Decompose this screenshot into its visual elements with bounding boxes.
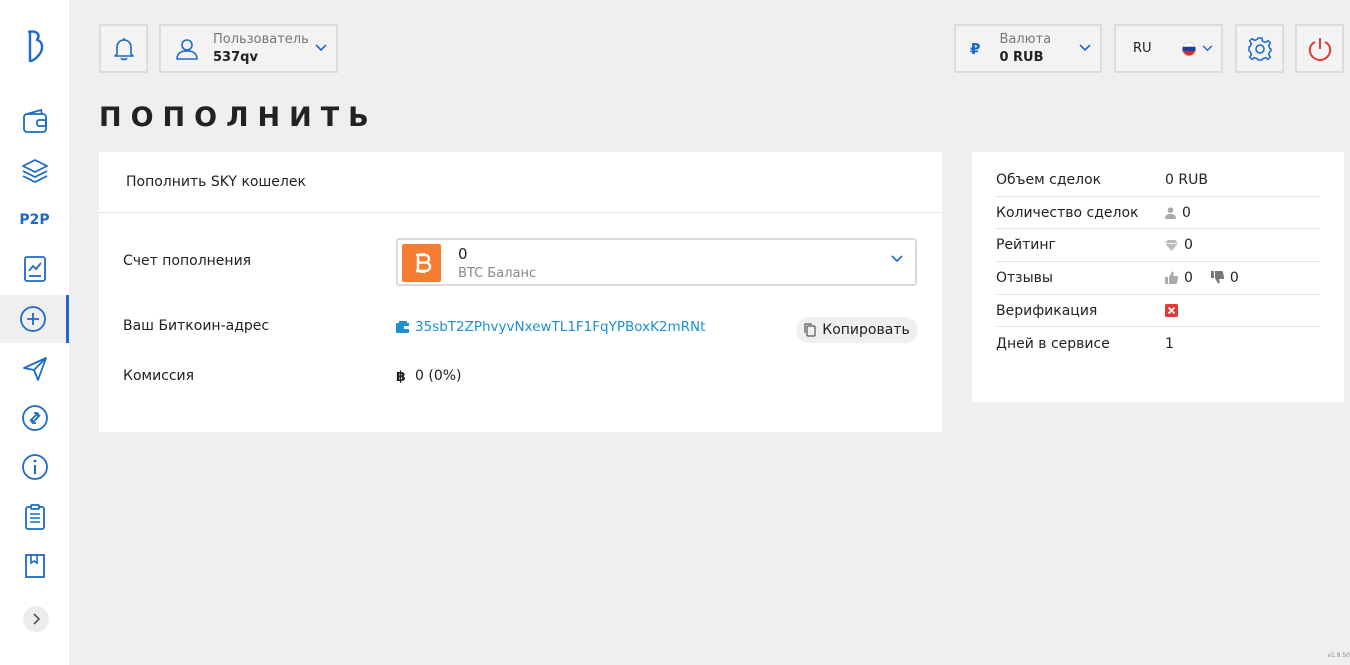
verification-label: Верификация [996,302,1098,319]
ruble-icon: ₽ [970,39,981,58]
copy-button[interactable]: Копировать [796,317,918,343]
diamond-icon [1165,239,1178,251]
rating-label: Рейтинг [996,237,1056,254]
thumbs-up-icon [1165,271,1178,285]
sidebar-item-clipboard[interactable] [0,494,69,540]
sidebar-item-info[interactable] [0,444,69,490]
days-label: Дней в сервисе [996,335,1110,352]
verification-failed-icon [1165,304,1178,318]
user-dropdown[interactable]: Пользователь 537qv [159,24,338,73]
info-icon [21,454,48,480]
sidebar-item-p2p[interactable]: P2P [0,197,69,243]
language-dropdown[interactable]: RU [1114,24,1223,73]
user-label: Пользователь [213,32,309,47]
power-icon [1308,37,1331,61]
p2p-label: P2P [19,212,50,228]
sidebar-item-send[interactable] [0,346,69,392]
card-title: Пополнить SKY кошелек [99,152,942,213]
bell-icon [113,37,134,60]
count-value: 0 [1182,204,1191,221]
count-label: Количество сделок [996,204,1139,221]
version-label: v1.9.50 [1327,652,1350,659]
chart-report-icon [23,256,46,282]
chevron-down-icon [315,44,327,52]
deposit-card: Пополнить SKY кошелек Счет пополнения 0 … [99,152,942,432]
bitcoin-small-icon: ฿ [396,369,406,385]
copy-icon [804,323,816,337]
clipboard-icon [24,504,45,530]
currency-value: 0 RUB [999,50,1044,65]
stat-row-volume: Объем сделок 0 RUB [996,164,1320,197]
bitcoin-icon [402,244,441,282]
days-value: 1 [1165,335,1174,352]
chevron-down-icon [1202,45,1213,52]
sidebar-item-chart[interactable] [0,246,69,292]
address-label: Ваш Биткоин-адрес [123,318,270,334]
person-icon [1165,206,1176,219]
gear-icon [1247,36,1272,61]
settings-button[interactable] [1235,24,1284,73]
username: 537qv [213,50,258,65]
language-code: RU [1133,41,1152,56]
send-icon [22,357,47,381]
volume-label: Объем сделок [996,171,1102,188]
bitcoin-address-link[interactable]: 35sbT2ZPhvyvNxewTL1F1FqYPBoxK2mRNt [415,319,705,335]
fee-label: Комиссия [123,368,195,384]
chevron-down-icon [1079,44,1091,52]
sidebar-item-layers[interactable] [0,148,69,194]
plus-circle-icon [20,306,46,332]
page-title: ПОПОЛНИТЬ [99,102,378,133]
stat-row-days: Дней в сервисе 1 [996,327,1320,360]
copy-label: Копировать [822,322,910,338]
sidebar-item-book[interactable] [0,543,69,589]
sidebar-item-exchange[interactable] [0,395,69,441]
thumbs-down-icon [1210,271,1224,284]
account-balance: 0 [458,245,468,263]
sidebar-expand-button[interactable] [23,606,49,632]
currency-dropdown[interactable]: ₽ Валюта 0 RUB [954,24,1102,73]
sidebar-item-deposit[interactable] [0,295,69,343]
stat-row-count: Количество сделок 0 [996,197,1320,230]
chevron-right-icon [33,613,41,625]
stat-row-rating: Рейтинг 0 [996,229,1320,263]
chevron-down-icon [891,255,903,263]
reviews-label: Отзывы [996,269,1053,286]
stat-row-reviews: Отзывы 0 0 [996,262,1320,295]
account-currency: BTC Баланс [458,266,537,281]
layers-icon [21,159,48,184]
fee-value: 0 (0%) [415,368,462,384]
book-icon [24,554,45,578]
exchange-icon [21,405,48,431]
stats-card: Объем сделок 0 RUB Количество сделок 0 Р… [972,152,1344,402]
currency-label: Валюта [999,32,1052,47]
reviews-negative: 0 [1229,269,1239,286]
sidebar: P2P [0,0,69,665]
notifications-button[interactable] [99,24,148,73]
logo-icon[interactable] [20,28,48,66]
account-label: Счет пополнения [123,253,252,269]
user-icon [176,38,198,60]
volume-value: 0 RUB [1165,171,1208,188]
stat-row-verification: Верификация [996,295,1320,328]
logout-button[interactable] [1295,24,1344,73]
sidebar-item-wallet[interactable] [0,99,69,145]
account-select[interactable]: 0 BTC Баланс [396,238,917,286]
rating-value: 0 [1184,237,1193,254]
wallet-icon [22,108,47,133]
reviews-positive: 0 [1184,269,1193,286]
wallet-small-icon [396,321,409,333]
russia-flag-icon [1182,42,1196,56]
